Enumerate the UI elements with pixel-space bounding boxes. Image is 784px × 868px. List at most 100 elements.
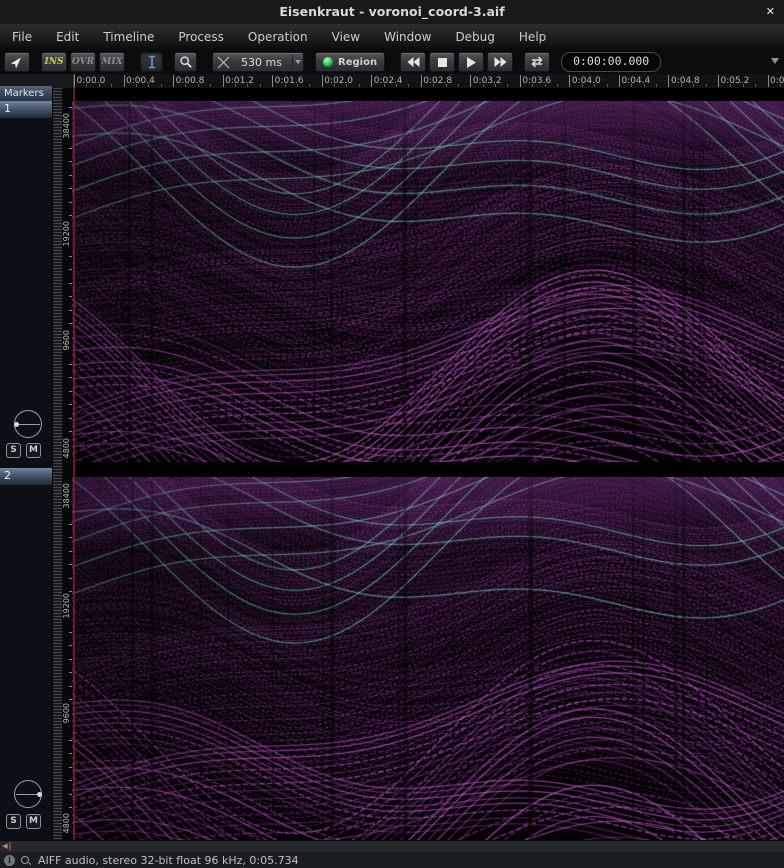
rlabel: 0:05.6 xyxy=(770,76,784,86)
rminor xyxy=(285,84,286,87)
rtick xyxy=(322,75,323,87)
info-icon[interactable]: i xyxy=(4,855,15,866)
horizontal-scrollbar[interactable]: ◀ xyxy=(0,840,784,852)
scrollbar-thumb[interactable] xyxy=(9,842,11,851)
freq-tick xyxy=(69,794,72,795)
rminor xyxy=(148,84,149,87)
freq-label-9600: 9600 xyxy=(62,703,72,723)
vertical-zoom-scrollbar[interactable] xyxy=(52,88,62,840)
rlabel: 0:05.2 xyxy=(721,76,750,86)
menu-item-operation[interactable]: Operation xyxy=(236,24,320,50)
freq-label-19200: 19200 xyxy=(62,593,72,618)
magnifier-icon[interactable] xyxy=(20,855,31,866)
channel-1-mute-button[interactable]: M xyxy=(26,443,41,458)
timeline-ruler[interactable]: 0:00.00:00.40:00.80:01.20:01.60:02.00:02… xyxy=(72,74,784,88)
region-label: Region xyxy=(338,57,377,68)
menu-item-debug[interactable]: Debug xyxy=(443,24,506,50)
fast-forward-icon xyxy=(494,57,507,67)
channel-2-mute-button[interactable]: M xyxy=(26,814,41,829)
rlabel: 0:00.8 xyxy=(176,76,205,86)
freq-tick xyxy=(69,202,72,203)
rewind-button[interactable] xyxy=(400,52,426,72)
zoom-tool-button[interactable] xyxy=(174,52,197,72)
rminor xyxy=(408,84,409,87)
pointer-tool-button[interactable] xyxy=(4,52,30,72)
freq-tick xyxy=(69,310,72,311)
menu-item-process[interactable]: Process xyxy=(166,24,236,50)
rlabel: 0:04.0 xyxy=(572,76,601,86)
mix-mode-label: MIX xyxy=(101,57,122,67)
spectrogram-view xyxy=(72,88,784,840)
channel-1-pan-knob[interactable] xyxy=(14,410,42,438)
rlabel: 0:00.4 xyxy=(126,76,155,86)
region-button[interactable]: Region xyxy=(315,52,385,72)
rlabel: 0:02.4 xyxy=(374,76,403,86)
rminor xyxy=(594,84,595,87)
freq-tick xyxy=(69,537,72,538)
channel-2-pan-knob[interactable] xyxy=(14,780,42,808)
freq-tick xyxy=(69,404,72,405)
rlabel: 0:01.2 xyxy=(225,76,254,86)
menu-item-help[interactable]: Help xyxy=(507,24,558,50)
freq-tick xyxy=(69,686,72,687)
markers-panel-header[interactable]: Markers xyxy=(0,86,52,101)
rminor xyxy=(198,84,199,87)
channel-1-solo-button[interactable]: S xyxy=(6,443,21,458)
rlabel: 0:03.2 xyxy=(473,76,502,86)
menu-item-timeline[interactable]: Timeline xyxy=(91,24,166,50)
rminor xyxy=(86,84,87,87)
rminor xyxy=(334,84,335,87)
text-cursor-tool-button[interactable] xyxy=(140,52,163,72)
channel-1-spectrogram[interactable] xyxy=(72,101,784,462)
freq-tick xyxy=(69,107,72,108)
overflow-dropdown-icon[interactable] xyxy=(771,58,779,64)
play-button[interactable] xyxy=(458,52,484,72)
freq-tick xyxy=(69,431,72,432)
channel-2-header[interactable]: 2 xyxy=(0,468,52,485)
freq-tick xyxy=(69,296,72,297)
menu-item-edit[interactable]: Edit xyxy=(44,24,91,50)
time-position-display[interactable]: 0:00:00.000 xyxy=(561,52,661,72)
menu-item-view[interactable]: View xyxy=(320,24,372,50)
rminor xyxy=(532,84,533,87)
freq-tick xyxy=(69,551,72,552)
eisenkraut-window: { "window": {"title": "Eisenkraut - voro… xyxy=(0,0,784,868)
freq-tick xyxy=(69,283,72,284)
freq-label-4800: 4800 xyxy=(62,438,72,458)
rminor xyxy=(681,84,682,87)
freq-tick xyxy=(69,364,72,365)
rminor xyxy=(656,84,657,87)
rminor xyxy=(706,84,707,87)
rminor xyxy=(507,84,508,87)
stop-button[interactable] xyxy=(429,52,455,72)
close-icon[interactable]: ✕ xyxy=(766,0,775,24)
freq-tick xyxy=(69,256,72,257)
freq-tick xyxy=(69,807,72,808)
loop-button[interactable] xyxy=(524,52,550,72)
rminor xyxy=(545,84,546,87)
channel-2-solo-button[interactable]: S xyxy=(6,814,21,829)
blend-duration-dropdown[interactable]: 530 ms xyxy=(212,52,304,72)
menu-item-file[interactable]: File xyxy=(0,24,44,50)
rminor xyxy=(260,84,261,87)
channel-1-header[interactable]: 1 xyxy=(0,101,52,118)
rlabel: 0:03.6 xyxy=(522,76,551,86)
rminor xyxy=(309,84,310,87)
insert-mode-button[interactable]: INS xyxy=(41,52,67,72)
rtick xyxy=(768,75,769,87)
rminor xyxy=(433,84,434,87)
fast-forward-button[interactable] xyxy=(487,52,513,72)
ibeam-icon xyxy=(146,55,158,69)
freq-tick xyxy=(69,780,72,781)
toolbar: INS OVR MIX 530 ms xyxy=(0,50,784,74)
channel-2-spectrogram[interactable] xyxy=(72,477,784,840)
menu-item-window[interactable]: Window xyxy=(372,24,443,50)
freq-tick xyxy=(69,269,72,270)
mix-mode-button[interactable]: MIX xyxy=(99,52,125,72)
overwrite-mode-button[interactable]: OVR xyxy=(70,52,96,72)
freq-tick xyxy=(69,591,72,592)
freq-tick xyxy=(69,148,72,149)
freq-label-9600: 9600 xyxy=(62,330,72,350)
playhead-cursor xyxy=(73,88,75,840)
rminor xyxy=(235,84,236,87)
